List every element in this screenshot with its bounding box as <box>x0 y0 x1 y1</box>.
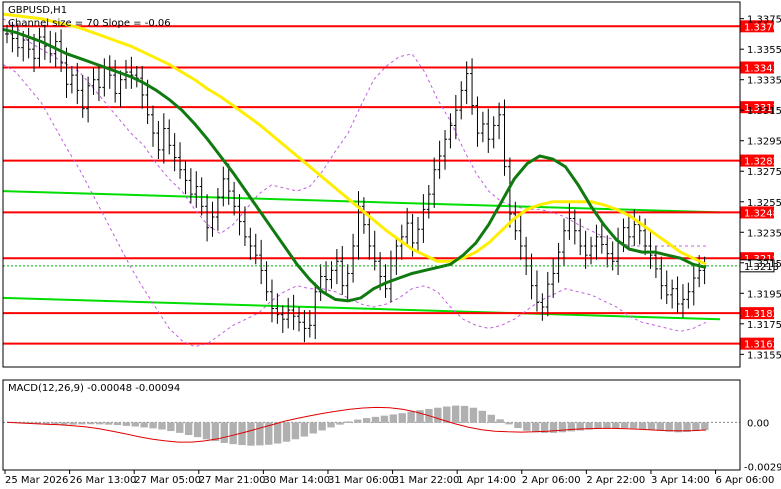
macd-histogram-bar <box>362 418 371 423</box>
x-tick-label: 1 Apr 14:00 <box>457 475 516 486</box>
x-tick-label: 31 Mar 22:00 <box>393 475 460 486</box>
macd-histogram-bar <box>318 422 326 431</box>
x-tick-label: 25 Mar 2026 <box>5 475 68 486</box>
x-tick-label: 6 Apr 06:00 <box>716 475 775 486</box>
macd-histogram-bar <box>487 414 495 423</box>
macd-histogram-bar <box>122 422 131 426</box>
macd-histogram-bar <box>380 415 389 423</box>
price-tick-label: 1.3315 <box>747 106 781 117</box>
macd-histogram-bar <box>202 422 211 440</box>
macd-tick-label: 0.00 <box>747 418 769 429</box>
macd-histogram-bar <box>371 416 380 423</box>
macd-histogram-bar <box>282 422 291 442</box>
macd-histogram-bar <box>505 422 513 425</box>
macd-histogram-bar <box>273 422 282 444</box>
price-tick-label: 1.3255 <box>747 198 781 209</box>
macd-histogram-bar <box>167 422 175 432</box>
macd-histogram-bar <box>345 421 353 423</box>
macd-histogram-bar <box>638 422 647 429</box>
macd-histogram-bar <box>69 422 77 425</box>
macd-histogram-bar <box>300 422 309 437</box>
channel-info-label: Channel size = 70 Slope = -0.06 <box>8 18 171 29</box>
macd-histogram-bar <box>60 422 68 425</box>
macd-histogram-bar <box>532 422 540 433</box>
price-tick-label: 1.3355 <box>747 45 781 56</box>
price-tick-label: 1.3175 <box>747 320 781 331</box>
macd-histogram-bar <box>656 422 665 431</box>
price-tick-label: 1.3215 <box>747 259 781 270</box>
macd-histogram-bar <box>629 422 638 429</box>
macd-title: MACD(12,26,9) -0.00048 -0.00094 <box>8 383 180 394</box>
macd-histogram-bar <box>514 422 522 429</box>
x-tick-label: 27 Mar 05:00 <box>134 475 201 486</box>
macd-histogram-bar <box>184 422 193 436</box>
macd-histogram-bar <box>496 419 504 423</box>
macd-histogram-bar <box>291 422 300 440</box>
level-price-label: 1.3343 <box>744 64 779 75</box>
macd-histogram-bar <box>478 410 487 423</box>
macd-histogram-bar <box>692 422 700 432</box>
x-tick-label: 3 Apr 14:00 <box>651 475 710 486</box>
macd-histogram-bar <box>176 422 184 433</box>
x-tick-label: 31 Mar 06:00 <box>328 475 395 486</box>
macd-histogram-bar <box>336 422 344 425</box>
price-tick-label: 1.3155 <box>747 350 781 361</box>
macd-histogram-bar <box>460 405 469 423</box>
macd-histogram-bar <box>104 422 113 425</box>
price-tick-label: 1.3375 <box>747 15 781 26</box>
macd-histogram-bar <box>149 422 157 429</box>
macd-histogram-bar <box>211 422 220 442</box>
macd-histogram-bar <box>434 407 442 423</box>
price-tick-label: 1.3275 <box>747 167 781 178</box>
level-price-label: 1.3182 <box>744 309 779 320</box>
macd-histogram-bar <box>389 414 398 423</box>
macd-histogram-bar <box>451 405 460 423</box>
macd-histogram-bar <box>140 422 148 428</box>
price-tick-label: 1.3335 <box>747 76 781 87</box>
macd-histogram-bar <box>78 422 86 425</box>
x-tick-label: 30 Mar 14:00 <box>263 475 330 486</box>
macd-histogram-bar <box>523 422 531 431</box>
macd-histogram-bar <box>469 407 478 423</box>
macd-histogram-bar <box>247 422 255 446</box>
price-tick-label: 1.3195 <box>747 289 781 300</box>
price-tick-label: 1.3295 <box>747 137 781 148</box>
x-tick-label: 2 Apr 22:00 <box>586 475 645 486</box>
macd-histogram-bar <box>309 422 317 434</box>
macd-histogram-bar <box>87 422 95 425</box>
x-tick-label: 27 Mar 21:00 <box>199 475 266 486</box>
macd-histogram-bar <box>354 419 362 423</box>
macd-histogram-bar <box>229 422 237 445</box>
macd-histogram-bar <box>256 422 264 446</box>
x-tick-label: 2 Apr 06:00 <box>522 475 581 486</box>
macd-histogram-bar <box>701 422 709 431</box>
macd-histogram-bar <box>647 422 656 430</box>
macd-histogram-bar <box>158 422 166 430</box>
macd-histogram-bar <box>327 422 335 428</box>
chart-canvas: 1.33701.33431.33171.32821.32481.32181.31… <box>0 0 781 489</box>
macd-histogram-bar <box>95 422 104 425</box>
macd-histogram-bar <box>220 422 228 443</box>
macd-histogram-bar <box>603 422 611 429</box>
macd-histogram-bar <box>193 422 202 438</box>
x-tick-label: 26 Mar 13:00 <box>70 475 137 486</box>
macd-histogram-bar <box>398 413 406 423</box>
macd-tick-label: -0.00291 <box>744 463 781 474</box>
macd-histogram-bar <box>612 422 620 429</box>
level-price-label: 1.3248 <box>744 208 779 219</box>
macd-histogram-bar <box>113 422 122 426</box>
macd-histogram-bar <box>407 411 415 423</box>
level-price-label: 1.3282 <box>744 157 779 168</box>
macd-histogram-bar <box>621 422 629 429</box>
macd-histogram-bar <box>131 422 139 427</box>
level-price-label: 1.3162 <box>744 340 779 351</box>
price-tick-label: 1.3235 <box>747 228 781 239</box>
symbol-label: GBPUSD,H1 <box>8 5 67 16</box>
